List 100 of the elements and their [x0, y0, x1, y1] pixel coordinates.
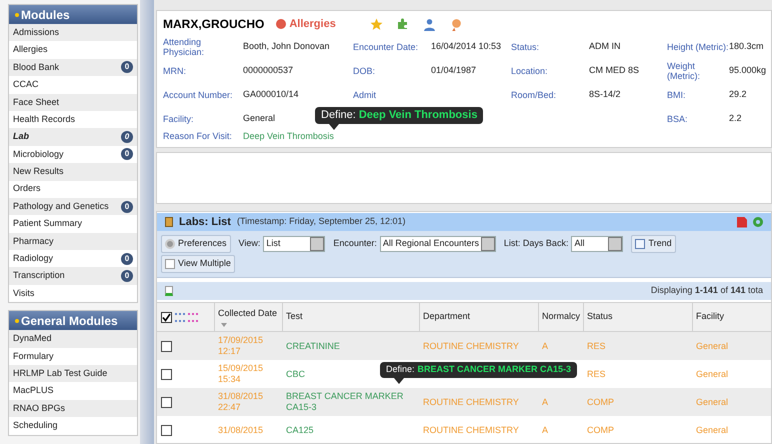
tooltip-pointer [329, 124, 339, 130]
table-cell-text: General [696, 396, 730, 408]
test-link[interactable]: CA125 [286, 424, 417, 436]
table-cell-text: RES [587, 368, 607, 380]
count-badge: 0 [121, 61, 133, 74]
row-checkbox[interactable] [161, 368, 172, 380]
field-label: Encounter: [333, 237, 377, 250]
table-cell-text: COMP [587, 396, 615, 408]
row-checkbox[interactable] [161, 396, 172, 408]
field-label: Weight (Metric): [667, 61, 701, 81]
pages-icon [165, 259, 175, 269]
field-label: Admit [353, 90, 378, 100]
field-label: View: [238, 237, 260, 250]
timestamp: (Timestamp: Friday, September 25, 12:01) [236, 215, 406, 228]
table-icon [635, 239, 646, 249]
table-cell-text: General [696, 368, 730, 380]
people-icon[interactable] [422, 18, 436, 30]
table-cell-text: COMP [587, 424, 615, 436]
sidebar-item[interactable]: DynaMed [9, 330, 137, 348]
sidebar-item[interactable]: Blood Bank 0 [9, 58, 137, 76]
field-label: Facility: [163, 114, 195, 124]
sidebar-item[interactable]: Face Sheet [9, 94, 137, 111]
field-value: ADM IN [589, 41, 620, 52]
dropdown[interactable]: All Regional Encounters [380, 236, 496, 252]
row-checkbox[interactable] [161, 424, 172, 436]
sidebar-item[interactable]: Radiology 0 [9, 250, 137, 268]
column-header[interactable]: Test [286, 310, 416, 324]
puzzle-icon[interactable] [396, 18, 409, 30]
table-cell-text: 31/08/2015 [218, 424, 264, 436]
count-badge: 0 [121, 252, 133, 265]
table-cell-text: General [696, 424, 730, 436]
sidebar-item[interactable]: HRLMP Lab Test Guide [9, 365, 137, 382]
sort-icon [221, 323, 227, 328]
field-value: 0000000537 [243, 65, 294, 76]
field-label: List: Days Back: [504, 237, 568, 250]
table-cell-text: ROUTINE CHEMISTRY [423, 424, 520, 436]
table-cell-text: A [542, 340, 550, 352]
row-checkbox[interactable] [161, 340, 172, 352]
sidebar-item[interactable]: Admissions [9, 24, 137, 42]
sidebar-item[interactable]: New Results [9, 163, 137, 181]
table-cell-text: RES [587, 340, 607, 352]
dropdown[interactable]: All [571, 236, 624, 252]
paging-info: Displaying 1-141 of 141 tota [650, 284, 763, 298]
allergies-link[interactable]: Allergies [289, 16, 336, 32]
table-cell-text: 31/08/2015 22:47 [218, 391, 264, 413]
field-label: BMI: [667, 90, 687, 100]
table-cell-text: General [696, 340, 730, 352]
column-header[interactable]: Facility [696, 310, 769, 324]
field-value: Booth, John Donovan [243, 41, 330, 52]
toolbar-button[interactable]: View Multiple [161, 255, 235, 273]
select-all-checkbox[interactable] [161, 312, 172, 322]
toolbar-button[interactable]: Trend [631, 235, 676, 253]
sidebar-item[interactable]: Lab 0 [9, 128, 137, 146]
field-label: BSA: [667, 114, 689, 124]
table-cell-text: 15/09/2015 15:34 [218, 363, 264, 385]
table-cell-text: 17/09/2015 12:17 [218, 335, 264, 357]
column-header[interactable]: Department [423, 310, 535, 324]
dropdown[interactable]: List [263, 236, 326, 252]
pdf-icon[interactable] [737, 216, 747, 228]
field-label: MRN: [163, 66, 187, 76]
reason-link[interactable]: Deep Vein Thrombosis [243, 130, 334, 144]
count-badge: 0 [121, 270, 133, 282]
field-value: General [243, 113, 276, 124]
field-value: 2.2 [729, 113, 742, 124]
count-badge: 0 [121, 200, 133, 213]
column-header[interactable]: Status [587, 310, 689, 324]
count-badge: 0 [121, 148, 133, 160]
field-value: 29.2 [729, 89, 747, 100]
toolbar-button[interactable]: Preferences [161, 235, 231, 253]
column-header[interactable]: Normalcy [542, 310, 580, 324]
section-header: Modules [9, 5, 137, 24]
table-cell-text: A [542, 396, 550, 408]
field-label: Location: [511, 66, 549, 76]
field-value: 180.3cm [729, 41, 764, 52]
field-label: Room/Bed: [511, 90, 558, 100]
alert-icon [276, 19, 286, 29]
tooltip-pointer [394, 378, 404, 384]
patient-name: MARX,GROUCHO [163, 16, 264, 33]
field-value: GA000010/14 [243, 89, 299, 100]
sidebar-item[interactable]: Pharmacy [9, 232, 137, 250]
refresh-icon[interactable] [753, 217, 763, 227]
table-cell-text: A [542, 424, 550, 436]
column-header[interactable]: Collected Date [218, 306, 279, 320]
field-label: DOB: [353, 66, 376, 76]
table-cell-text: ROUTINE CHEMISTRY [423, 396, 520, 408]
field-label: Height (Metric): [667, 42, 729, 52]
field-label: Account Number: [163, 90, 234, 100]
field-label: Attending Physician: [163, 37, 206, 57]
field-label: Encounter Date: [353, 42, 420, 52]
field-value: CM MED 8S [589, 65, 640, 76]
table-cell-text: ROUTINE CHEMISTRY [423, 340, 520, 352]
sidebar-item[interactable]: Pathology and Genetics 0 [9, 198, 137, 216]
sidebar-item[interactable]: Transcription 0 [9, 267, 137, 285]
star-icon[interactable] [370, 18, 383, 30]
sidebar-item[interactable]: RNAO BPGs [9, 400, 137, 418]
export-icon[interactable] [165, 286, 173, 296]
field-value: 95.000kg [729, 65, 766, 76]
field-value: 8S-14/2 [589, 89, 621, 100]
panel-title: Labs: List [179, 214, 231, 230]
field-label: Status: [511, 42, 540, 52]
